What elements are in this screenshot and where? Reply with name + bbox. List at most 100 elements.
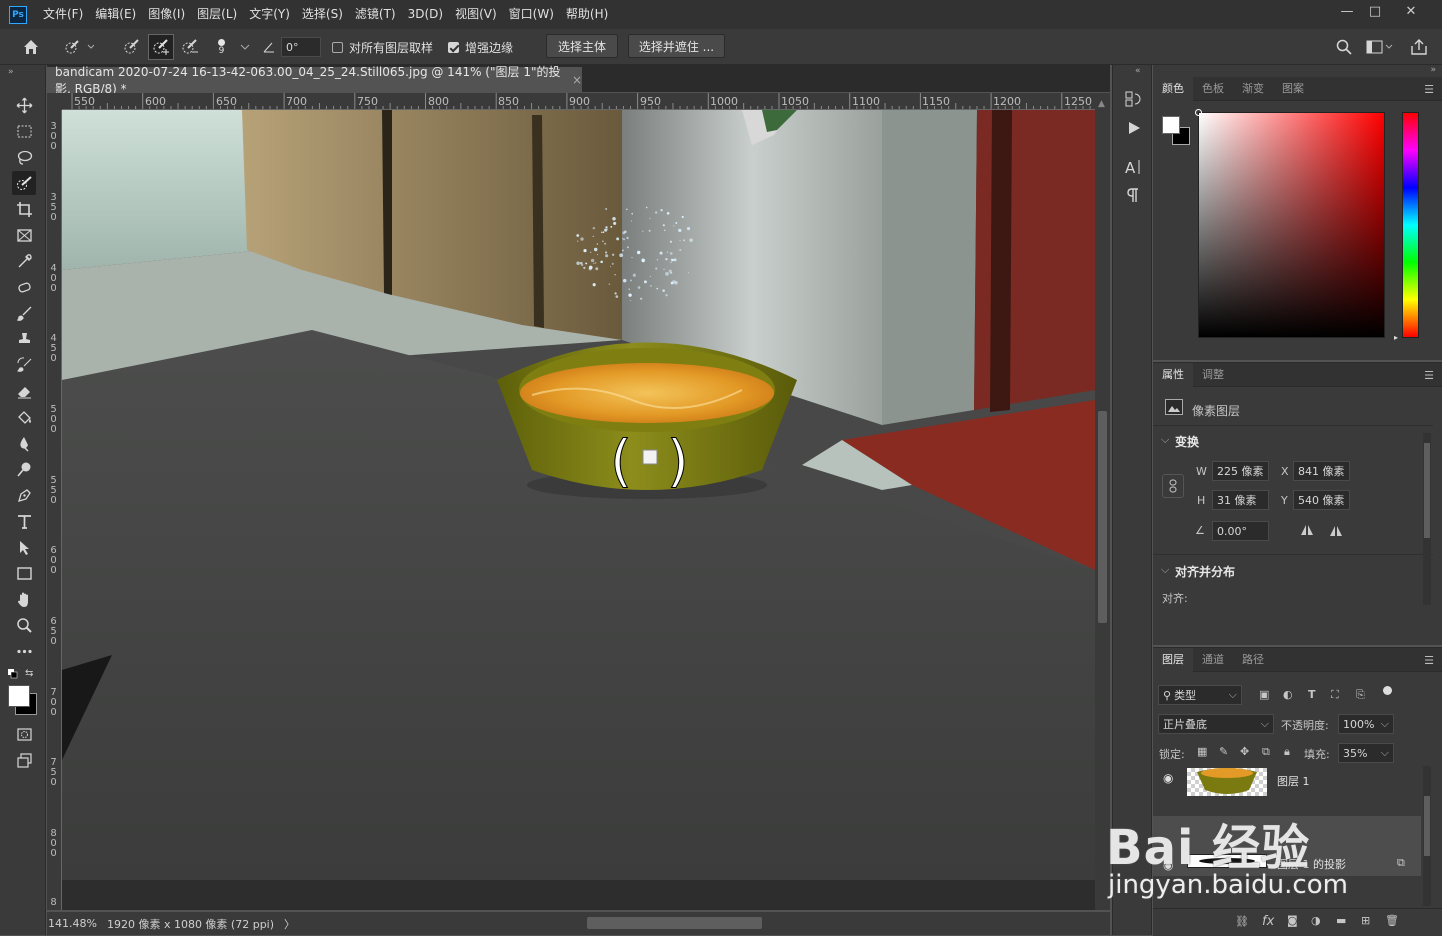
- filter-shape-icon[interactable]: ⛶: [1331, 688, 1339, 702]
- angle-input[interactable]: 0°: [281, 37, 321, 57]
- enhance-edge-checkbox[interactable]: 增强边缘: [448, 29, 513, 65]
- panel-menu-icon[interactable]: ☰: [1424, 654, 1434, 667]
- panel-menu-icon[interactable]: ☰: [1424, 83, 1434, 96]
- hue-slider-handle[interactable]: ▸: [1394, 333, 1398, 342]
- new-adjustment-layer-icon[interactable]: ◑: [1311, 914, 1321, 927]
- width-input[interactable]: 225 像素: [1212, 461, 1269, 481]
- filter-smart-object-icon[interactable]: ⎘: [1356, 688, 1365, 702]
- expand-panels-icon[interactable]: «: [1135, 66, 1141, 76]
- tab-adjustments[interactable]: 调整: [1193, 363, 1233, 387]
- select-subject-button[interactable]: 选择主体: [546, 34, 618, 58]
- tab-properties[interactable]: 属性: [1153, 362, 1193, 387]
- filter-toggle-icon[interactable]: [1383, 686, 1392, 695]
- add-layer-style-icon[interactable]: fx: [1262, 914, 1274, 929]
- panel-menu-icon[interactable]: ☰: [1424, 369, 1434, 382]
- chevron-down-icon[interactable]: [240, 29, 250, 65]
- blend-mode-select[interactable]: 正片叠底 ⌵: [1158, 714, 1274, 734]
- rotation-angle-input[interactable]: 0.00°: [1212, 521, 1269, 541]
- menu-window[interactable]: 窗口(W): [503, 0, 560, 29]
- opacity-input[interactable]: 100% ⌵: [1338, 714, 1394, 734]
- new-group-icon[interactable]: ▬: [1336, 914, 1346, 927]
- vertical-scroll-thumb[interactable]: [1098, 411, 1107, 623]
- panel-collapse-icon[interactable]: »: [1430, 65, 1436, 75]
- subtract-from-selection-icon[interactable]: [180, 29, 200, 65]
- foreground-color-swatch[interactable]: [8, 685, 30, 707]
- add-to-selection-icon[interactable]: [148, 34, 174, 60]
- hand-tool-icon[interactable]: [12, 587, 36, 611]
- lock-pixels-brush-icon[interactable]: ✎: [1219, 745, 1228, 758]
- quick-mask-icon[interactable]: [12, 722, 36, 746]
- blur-tool-icon[interactable]: [12, 431, 36, 455]
- align-distribute-title[interactable]: 对齐并分布: [1175, 563, 1235, 580]
- dodge-tool-icon[interactable]: [12, 457, 36, 481]
- new-layer-icon[interactable]: ⊞: [1361, 914, 1370, 927]
- layer-row[interactable]: ◉ 图层 1: [1153, 766, 1421, 814]
- menu-3d[interactable]: 3D(D): [402, 0, 449, 29]
- select-and-mask-button[interactable]: 选择并遮住 ...: [628, 34, 725, 58]
- link-dimensions-icon[interactable]: [1162, 474, 1184, 498]
- menu-filter[interactable]: 滤镜(T): [349, 0, 402, 29]
- hue-slider[interactable]: [1402, 112, 1419, 338]
- tab-layers[interactable]: 图层: [1153, 647, 1193, 672]
- clone-stamp-tool-icon[interactable]: [12, 327, 36, 351]
- lock-position-icon[interactable]: ✥: [1240, 745, 1249, 758]
- flip-horizontal-icon[interactable]: [1299, 523, 1315, 540]
- tab-paths[interactable]: 路径: [1233, 648, 1273, 672]
- lasso-tool-icon[interactable]: [12, 145, 36, 169]
- tab-channels[interactable]: 通道: [1193, 648, 1233, 672]
- zoom-tool-icon[interactable]: [12, 613, 36, 637]
- eyedropper-tool-icon[interactable]: [12, 249, 36, 273]
- zoom-level[interactable]: 141.48%: [48, 917, 97, 930]
- path-selection-tool-icon[interactable]: [12, 535, 36, 559]
- foreground-color-swatch[interactable]: [1162, 116, 1180, 134]
- status-menu-icon[interactable]: 〉: [284, 916, 295, 932]
- quick-selection-tool-icon[interactable]: [12, 171, 36, 195]
- frame-tool-icon[interactable]: [12, 223, 36, 247]
- close-window-button[interactable]: ✕: [1394, 0, 1428, 22]
- menu-file[interactable]: 文件(F): [37, 0, 89, 29]
- history-icon[interactable]: [1124, 90, 1142, 111]
- tab-color[interactable]: 颜色: [1153, 76, 1193, 101]
- sample-all-layers-checkbox[interactable]: 对所有图层取样: [332, 29, 433, 65]
- history-brush-tool-icon[interactable]: [12, 353, 36, 377]
- swap-colors-icon[interactable]: ⇆: [25, 668, 37, 679]
- transform-section-title[interactable]: 变换: [1175, 433, 1199, 450]
- filter-adjustment-icon[interactable]: ◐: [1283, 688, 1293, 701]
- y-input[interactable]: 540 像素: [1293, 490, 1350, 510]
- add-mask-icon[interactable]: ◙: [1287, 914, 1298, 927]
- menu-layer[interactable]: 图层(L): [191, 0, 243, 29]
- document-canvas[interactable]: ( ): [62, 110, 1095, 910]
- delete-layer-icon[interactable]: 🗑︎: [1385, 914, 1399, 927]
- filter-pixel-icon[interactable]: ▣: [1259, 688, 1269, 701]
- brush-size-picker[interactable]: 9: [218, 29, 225, 65]
- layer-filter-select[interactable]: ⚲ 类型 ⌵: [1158, 685, 1242, 705]
- layer-name[interactable]: 图层 1: [1277, 773, 1310, 789]
- new-selection-icon[interactable]: [122, 29, 142, 65]
- visibility-eye-icon[interactable]: ◉: [1163, 771, 1173, 785]
- healing-brush-tool-icon[interactable]: [12, 275, 36, 299]
- lock-all-icon[interactable]: 🔒︎: [1284, 745, 1290, 759]
- filter-type-icon[interactable]: T: [1308, 688, 1316, 701]
- menu-type[interactable]: 文字(Y): [243, 0, 296, 29]
- height-input[interactable]: 31 像素: [1212, 490, 1269, 510]
- maximize-button[interactable]: □: [1358, 0, 1392, 22]
- move-tool-icon[interactable]: [12, 93, 36, 117]
- menu-help[interactable]: 帮助(H): [560, 0, 614, 29]
- menu-edit[interactable]: 编辑(E): [89, 0, 142, 29]
- brush-tool-icon[interactable]: [12, 301, 36, 325]
- search-icon[interactable]: [1336, 29, 1352, 65]
- chevron-down-icon[interactable]: ⌵: [1161, 563, 1169, 577]
- vertical-scrollbar[interactable]: ▲: [1095, 93, 1110, 910]
- crop-tool-icon[interactable]: [12, 197, 36, 221]
- home-icon[interactable]: [22, 29, 40, 65]
- character-icon[interactable]: A: [1124, 158, 1142, 179]
- color-picker-cursor[interactable]: [1195, 109, 1202, 116]
- fill-input[interactable]: 35% ⌵: [1338, 743, 1394, 763]
- color-picker-field[interactable]: [1198, 112, 1385, 338]
- x-input[interactable]: 841 像素: [1293, 461, 1350, 481]
- type-tool-icon[interactable]: [12, 509, 36, 533]
- scroll-up-icon[interactable]: ▲: [1098, 99, 1105, 109]
- more-tools-icon[interactable]: [12, 639, 36, 663]
- actions-play-icon[interactable]: [1126, 120, 1142, 139]
- pen-tool-icon[interactable]: [12, 483, 36, 507]
